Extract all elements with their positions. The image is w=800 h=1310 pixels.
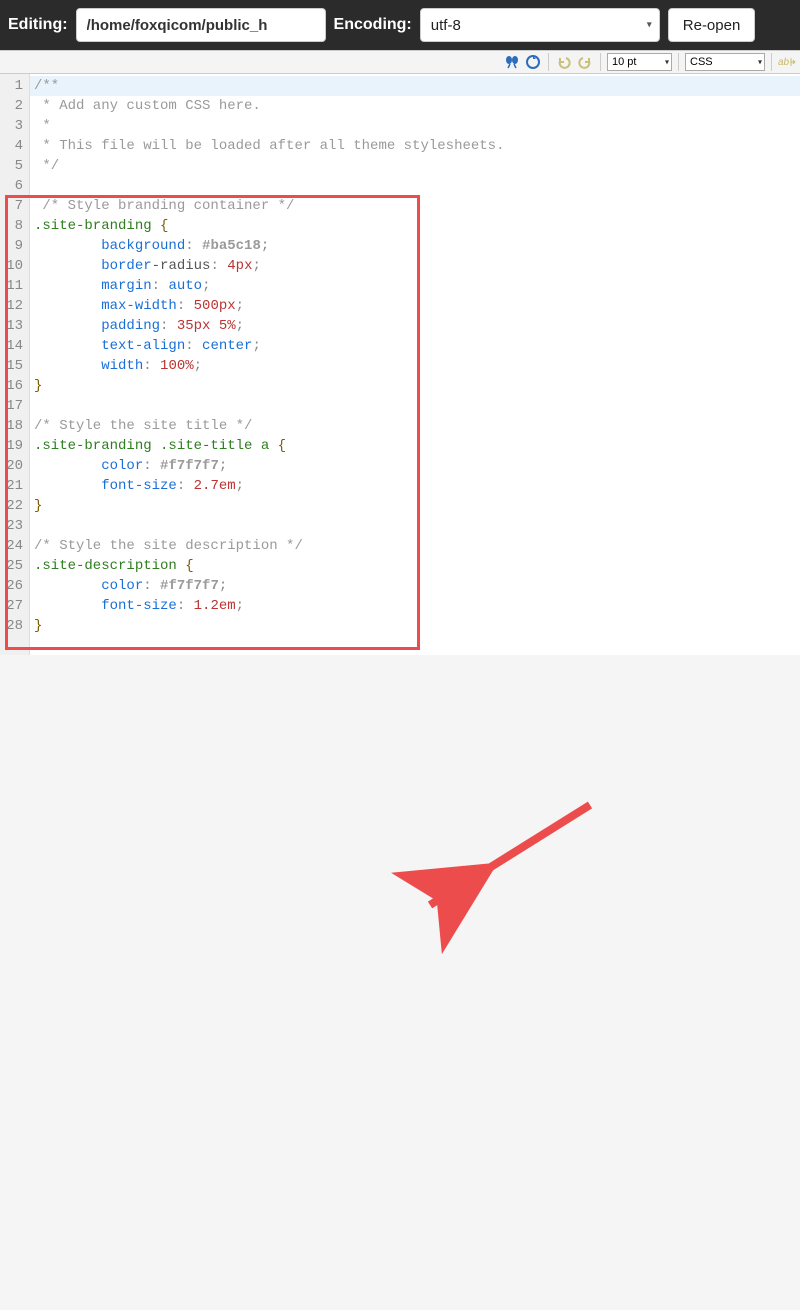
- line-number: 7: [0, 196, 29, 216]
- code-line[interactable]: max-width: 500px;: [30, 296, 800, 316]
- line-number: 28: [0, 616, 29, 636]
- line-number: 19: [0, 436, 29, 456]
- line-number: 10: [0, 256, 29, 276]
- code-line[interactable]: padding: 35px 5%;: [30, 316, 800, 336]
- line-number: 27: [0, 596, 29, 616]
- toolbar-separator: [771, 53, 772, 71]
- code-line[interactable]: background: #ba5c18;: [30, 236, 800, 256]
- encoding-label: Encoding:: [334, 16, 412, 34]
- line-number: 23: [0, 516, 29, 536]
- undo-icon[interactable]: [555, 53, 573, 71]
- redo-icon[interactable]: [576, 53, 594, 71]
- code-line[interactable]: */: [30, 156, 800, 176]
- code-line[interactable]: /* Style the site description */: [30, 536, 800, 556]
- line-number: 15: [0, 356, 29, 376]
- encoding-select[interactable]: utf-8: [420, 8, 660, 42]
- line-number-gutter: 1234567891011121314151617181920212223242…: [0, 74, 30, 655]
- code-line[interactable]: width: 100%;: [30, 356, 800, 376]
- toolbar-separator: [548, 53, 549, 71]
- line-number: 3: [0, 116, 29, 136]
- language-select[interactable]: CSS: [685, 53, 765, 71]
- code-line[interactable]: }: [30, 616, 800, 636]
- file-path-input[interactable]: [76, 8, 326, 42]
- code-line[interactable]: color: #f7f7f7;: [30, 456, 800, 476]
- code-line[interactable]: [30, 396, 800, 416]
- line-number: 2: [0, 96, 29, 116]
- line-number: 4: [0, 136, 29, 156]
- line-number: 24: [0, 536, 29, 556]
- code-area[interactable]: /** * Add any custom CSS here. * * This …: [30, 74, 800, 655]
- code-line[interactable]: [30, 176, 800, 196]
- line-number: 6: [0, 176, 29, 196]
- editor-toolbar: 10 pt CSS ab: [0, 50, 800, 74]
- code-line[interactable]: .site-branding .site-title a {: [30, 436, 800, 456]
- code-line[interactable]: text-align: center;: [30, 336, 800, 356]
- search-icon[interactable]: [503, 53, 521, 71]
- editing-label: Editing:: [8, 16, 68, 34]
- line-number: 11: [0, 276, 29, 296]
- line-number: 13: [0, 316, 29, 336]
- reopen-button[interactable]: Re-open: [668, 8, 756, 42]
- line-number: 14: [0, 336, 29, 356]
- code-line[interactable]: font-size: 1.2em;: [30, 596, 800, 616]
- line-number: 26: [0, 576, 29, 596]
- toolbar-separator: [678, 53, 679, 71]
- line-number: 17: [0, 396, 29, 416]
- line-number: 5: [0, 156, 29, 176]
- line-number: 9: [0, 236, 29, 256]
- line-number: 1: [0, 76, 29, 96]
- code-line[interactable]: /* Style the site title */: [30, 416, 800, 436]
- code-line[interactable]: /* Style branding container */: [30, 196, 800, 216]
- code-line[interactable]: /**: [30, 76, 800, 96]
- toolbar-separator: [600, 53, 601, 71]
- line-number: 20: [0, 456, 29, 476]
- code-line[interactable]: .site-branding {: [30, 216, 800, 236]
- code-line[interactable]: [30, 516, 800, 536]
- line-number: 25: [0, 556, 29, 576]
- line-number: 12: [0, 296, 29, 316]
- word-wrap-icon[interactable]: ab: [778, 53, 796, 71]
- line-number: 16: [0, 376, 29, 396]
- line-number: 18: [0, 416, 29, 436]
- line-number: 8: [0, 216, 29, 236]
- word-wrap-badge-text: ab: [778, 57, 789, 68]
- line-number: 21: [0, 476, 29, 496]
- code-line[interactable]: margin: auto;: [30, 276, 800, 296]
- code-line[interactable]: border-radius: 4px;: [30, 256, 800, 276]
- code-line[interactable]: * Add any custom CSS here.: [30, 96, 800, 116]
- top-bar: Editing: Encoding: utf-8 Re-open: [0, 0, 800, 50]
- annotation-arrow: [0, 655, 800, 1310]
- code-editor[interactable]: 1234567891011121314151617181920212223242…: [0, 74, 800, 655]
- line-number: 22: [0, 496, 29, 516]
- code-line[interactable]: }: [30, 376, 800, 396]
- code-line[interactable]: color: #f7f7f7;: [30, 576, 800, 596]
- code-line[interactable]: }: [30, 496, 800, 516]
- refresh-icon[interactable]: [524, 53, 542, 71]
- code-line[interactable]: *: [30, 116, 800, 136]
- code-line[interactable]: .site-description {: [30, 556, 800, 576]
- fontsize-select[interactable]: 10 pt: [607, 53, 672, 71]
- code-line[interactable]: font-size: 2.7em;: [30, 476, 800, 496]
- code-line[interactable]: * This file will be loaded after all the…: [30, 136, 800, 156]
